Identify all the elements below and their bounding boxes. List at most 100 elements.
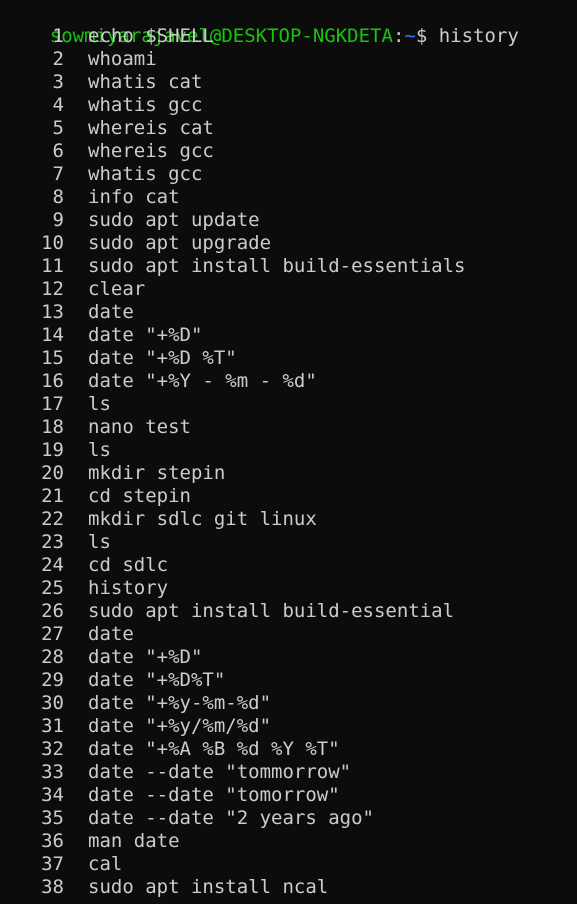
history-entry: 29 date "+%D%T" xyxy=(0,669,577,692)
history-entry-command: date xyxy=(88,301,134,323)
history-entry: 34 date --date "tomorrow" xyxy=(0,784,577,807)
history-entry: 11 sudo apt install build-essentials xyxy=(0,255,577,278)
history-entry-number: 35 xyxy=(41,807,64,829)
history-entry-command: date --date "tomorrow" xyxy=(88,784,340,806)
history-entry: 24 cd sdlc xyxy=(0,554,577,577)
history-entry-number: 37 xyxy=(41,853,64,875)
history-entry-command: cal xyxy=(88,853,123,875)
history-entry-command: whatis cat xyxy=(88,71,203,93)
history-entry: 17 ls xyxy=(0,393,577,416)
history-entry-number: 14 xyxy=(41,324,64,346)
history-entry-number: 17 xyxy=(41,393,64,415)
history-entry: 19 ls xyxy=(0,439,577,462)
history-entry-command: whatis gcc xyxy=(88,163,203,185)
history-entry-command: nano test xyxy=(88,416,191,438)
history-entry: 1 echo $SHELL xyxy=(0,25,577,48)
history-entry: 8 info cat xyxy=(0,186,577,209)
history-entry-number: 1 xyxy=(52,25,64,47)
history-entry: 10 sudo apt upgrade xyxy=(0,232,577,255)
history-entry: 31 date "+%y/%m/%d" xyxy=(0,715,577,738)
history-entry: 9 sudo apt update xyxy=(0,209,577,232)
history-entry: 35 date --date "2 years ago" xyxy=(0,807,577,830)
history-entry: 12 clear xyxy=(0,278,577,301)
history-entry-command: date "+%y-%m-%d" xyxy=(88,692,272,714)
history-entry-number: 3 xyxy=(52,71,64,93)
history-entry-command: whoami xyxy=(88,48,157,70)
history-entry-number: 8 xyxy=(52,186,64,208)
history-entry-command: sudo apt install build-essentials xyxy=(88,255,466,277)
history-entry-command: date xyxy=(88,623,134,645)
history-entry-number: 36 xyxy=(41,830,64,852)
history-entry-command: date "+%A %B %d %Y %T" xyxy=(88,738,340,760)
history-entry-number: 6 xyxy=(52,140,64,162)
history-entry-number: 30 xyxy=(41,692,64,714)
history-entry-command: date "+%D" xyxy=(88,646,203,668)
history-entry-number: 12 xyxy=(41,278,64,300)
shell-prompt-line: sowmiyarajavel@DESKTOP-NGKDETA:~$ histor… xyxy=(4,2,519,47)
history-entry-number: 29 xyxy=(41,669,64,691)
history-entry-number: 22 xyxy=(41,508,64,530)
history-entry-number: 7 xyxy=(52,163,64,185)
history-entry-number: 31 xyxy=(41,715,64,737)
history-entry-number: 26 xyxy=(41,600,64,622)
history-entry-number: 16 xyxy=(41,370,64,392)
history-entry-number: 20 xyxy=(41,462,64,484)
history-entry-number: 32 xyxy=(41,738,64,760)
history-entry-command: ls xyxy=(88,531,111,553)
history-entry-command: mkdir stepin xyxy=(88,462,226,484)
history-entry-number: 19 xyxy=(41,439,64,461)
history-entry-number: 38 xyxy=(41,876,64,898)
history-entry-command: sudo apt install ncal xyxy=(88,876,329,898)
history-entry-number: 33 xyxy=(41,761,64,783)
history-entry-command: sudo apt upgrade xyxy=(88,232,272,254)
history-entry-command: date "+%D" xyxy=(88,324,203,346)
history-entry-command: echo $SHELL xyxy=(88,25,214,47)
history-entry-number: 18 xyxy=(41,416,64,438)
history-entry-command: clear xyxy=(88,278,146,300)
history-output: 1 echo $SHELL 2 whoami 3 whatis cat 4 whatis gc… xyxy=(0,25,577,899)
history-entry: 23 ls xyxy=(0,531,577,554)
history-entry-command: ls xyxy=(88,439,111,461)
history-entry: 37 cal xyxy=(0,853,577,876)
history-entry-number: 10 xyxy=(41,232,64,254)
history-entry: 30 date "+%y-%m-%d" xyxy=(0,692,577,715)
history-entry: 26 sudo apt install build-essential xyxy=(0,600,577,623)
history-entry-number: 15 xyxy=(41,347,64,369)
history-entry: 5 whereis cat xyxy=(0,117,577,140)
history-entry-command: date --date "tommorrow" xyxy=(88,761,352,783)
history-entry-command: cd sdlc xyxy=(88,554,169,576)
history-entry-number: 28 xyxy=(41,646,64,668)
history-entry: 3 whatis cat xyxy=(0,71,577,94)
history-entry-command: ls xyxy=(88,393,111,415)
history-entry: 6 whereis gcc xyxy=(0,140,577,163)
history-entry: 20 mkdir stepin xyxy=(0,462,577,485)
history-entry: 28 date "+%D" xyxy=(0,646,577,669)
history-entry: 18 nano test xyxy=(0,416,577,439)
history-entry-command: whatis gcc xyxy=(88,94,203,116)
history-entry-command: date --date "2 years ago" xyxy=(88,807,374,829)
history-entry: 13 date xyxy=(0,301,577,324)
history-entry: 14 date "+%D" xyxy=(0,324,577,347)
history-entry-command: whereis cat xyxy=(88,117,214,139)
history-entry-command: history xyxy=(88,577,169,599)
history-entry-command: date "+%Y - %m - %d" xyxy=(88,370,317,392)
history-entry-number: 34 xyxy=(41,784,64,806)
history-entry-number: 21 xyxy=(41,485,64,507)
history-entry: 33 date --date "tommorrow" xyxy=(0,761,577,784)
terminal-window[interactable]: sowmiyarajavel@DESKTOP-NGKDETA:~$ histor… xyxy=(0,0,577,904)
history-entry-command: mkdir sdlc git linux xyxy=(88,508,317,530)
history-entry-number: 25 xyxy=(41,577,64,599)
history-entry-command: date "+%y/%m/%d" xyxy=(88,715,272,737)
history-entry: 27 date xyxy=(0,623,577,646)
history-entry-command: sudo apt install build-essential xyxy=(88,600,455,622)
history-entry: 16 date "+%Y - %m - %d" xyxy=(0,370,577,393)
history-entry: 36 man date xyxy=(0,830,577,853)
history-entry-number: 9 xyxy=(52,209,64,231)
history-entry: 22 mkdir sdlc git linux xyxy=(0,508,577,531)
history-entry-command: date "+%D %T" xyxy=(88,347,237,369)
history-entry-number: 24 xyxy=(41,554,64,576)
history-entry-number: 2 xyxy=(52,48,64,70)
history-entry: 32 date "+%A %B %d %Y %T" xyxy=(0,738,577,761)
history-entry-number: 4 xyxy=(52,94,64,116)
history-entry-command: date "+%D%T" xyxy=(88,669,226,691)
